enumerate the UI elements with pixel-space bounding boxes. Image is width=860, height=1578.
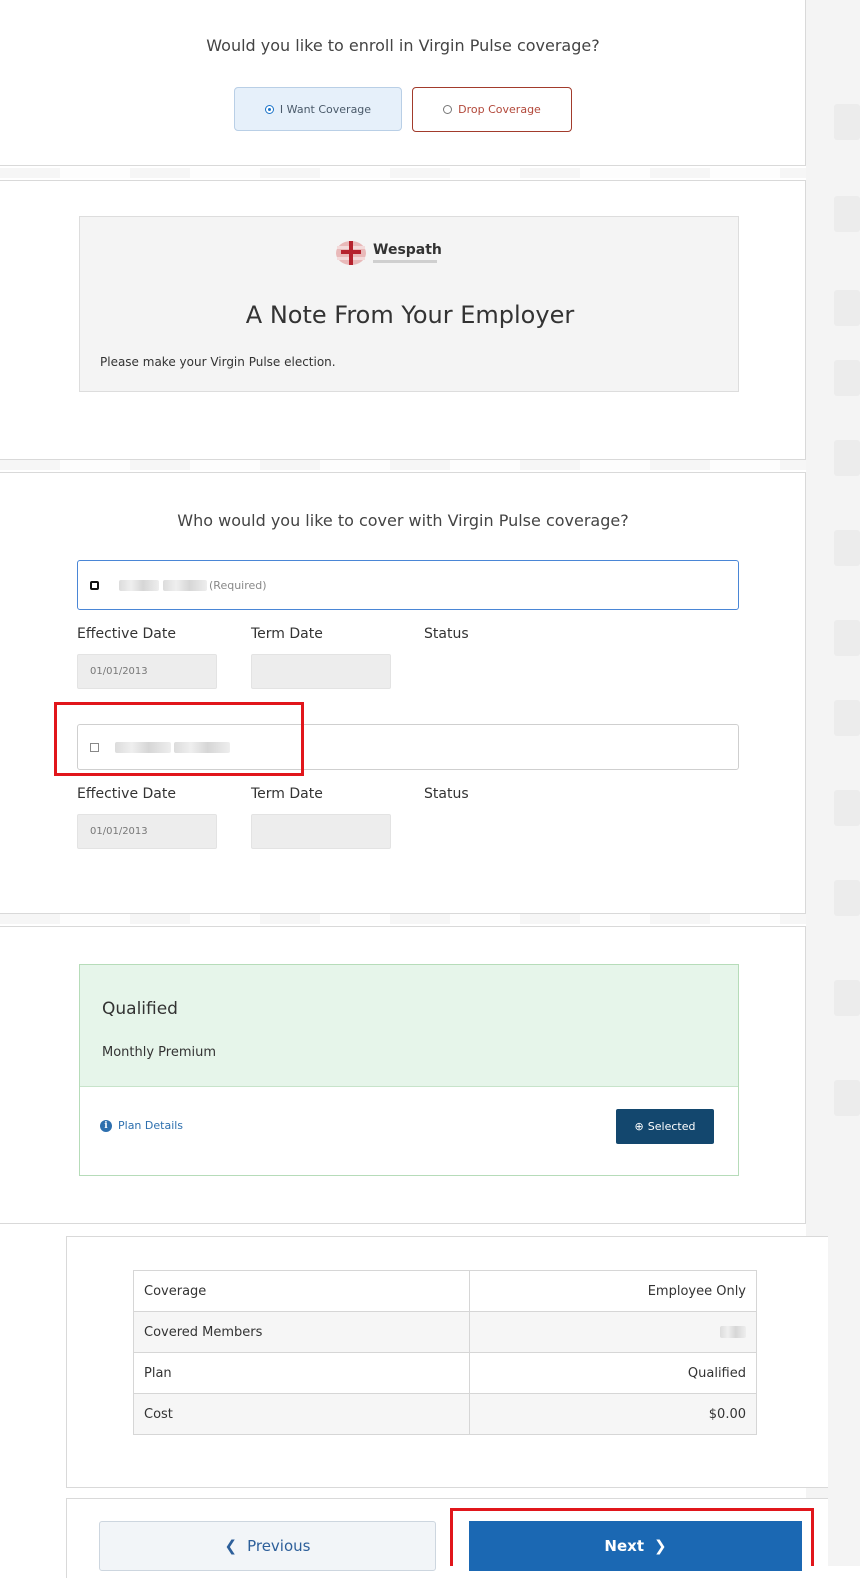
- want-coverage-button[interactable]: I Want Coverage: [234, 87, 402, 131]
- summary-label: Cost: [133, 1393, 470, 1435]
- wespath-logo: Wespath: [335, 239, 485, 267]
- previous-label: Previous: [247, 1537, 311, 1555]
- member-required-checkbox[interactable]: (Required): [77, 560, 739, 610]
- plan-details-label: Plan Details: [118, 1119, 184, 1132]
- effective-date-field[interactable]: 01/01/2013: [77, 654, 217, 689]
- table-row: Covered Members: [133, 1311, 758, 1353]
- cover-section: Who would you like to cover with Virgin …: [0, 472, 806, 914]
- employer-note-box: Wespath A Note From Your Employer Please…: [79, 216, 739, 392]
- wespath-logo-icon: [336, 241, 366, 265]
- term-date-field[interactable]: [251, 654, 391, 689]
- summary-value: Employee Only: [468, 1270, 758, 1312]
- enroll-section: Would you like to enroll in Virgin Pulse…: [0, 0, 806, 166]
- table-row: Plan Qualified: [133, 1352, 758, 1394]
- plan-name: Qualified: [102, 999, 178, 1019]
- summary-section: Coverage Employee Only Covered Members P…: [66, 1236, 828, 1488]
- plan-card-header: Qualified Monthly Premium: [80, 965, 738, 1087]
- drop-coverage-radio[interactable]: [443, 105, 453, 114]
- plan-card: Qualified Monthly Premium i Plan Details…: [79, 964, 739, 1176]
- summary-label: Plan: [133, 1352, 470, 1394]
- selected-button[interactable]: ⊕ Selected: [616, 1109, 714, 1144]
- employer-note-section: Wespath A Note From Your Employer Please…: [0, 180, 806, 460]
- wespath-logo-text: Wespath: [373, 242, 442, 258]
- status-label: Status: [424, 786, 469, 802]
- note-title: A Note From Your Employer: [245, 301, 575, 329]
- section-divider: [0, 914, 806, 924]
- dependent-checkbox-highlight: [54, 702, 304, 776]
- term-date-field[interactable]: [251, 814, 391, 849]
- required-label: (Required): [209, 578, 267, 592]
- summary-label: Covered Members: [133, 1311, 470, 1353]
- table-row: Coverage Employee Only: [133, 1270, 758, 1312]
- plus-circle-icon: ⊕: [634, 1120, 644, 1133]
- term-date-label: Term Date: [251, 626, 323, 642]
- selected-label: Selected: [647, 1120, 696, 1133]
- summary-value: Qualified: [468, 1352, 758, 1394]
- monthly-premium-label: Monthly Premium: [102, 1045, 217, 1060]
- chevron-left-icon: ❮: [224, 1537, 238, 1555]
- status-label: Status: [424, 626, 469, 642]
- section-divider: [0, 168, 806, 178]
- table-row: Cost $0.00: [133, 1393, 758, 1435]
- plan-section: Qualified Monthly Premium i Plan Details…: [0, 926, 806, 1224]
- effective-date-field[interactable]: 01/01/2013: [77, 814, 217, 849]
- drop-coverage-button[interactable]: Drop Coverage: [412, 87, 572, 132]
- cover-question: Who would you like to cover with Virgin …: [177, 511, 629, 530]
- summary-table: Coverage Employee Only Covered Members P…: [133, 1270, 758, 1435]
- member-required-check[interactable]: [90, 580, 99, 590]
- term-date-label: Term Date: [251, 786, 323, 802]
- previous-button[interactable]: ❮ Previous: [99, 1521, 436, 1571]
- section-divider: [0, 460, 806, 470]
- want-coverage-label: I Want Coverage: [279, 102, 372, 116]
- summary-value-redacted: [468, 1311, 758, 1353]
- info-icon: i: [100, 1119, 112, 1132]
- plan-details-link[interactable]: i Plan Details: [100, 1119, 183, 1132]
- note-text: Please make your Virgin Pulse election.: [100, 355, 336, 369]
- summary-value: $0.00: [468, 1393, 758, 1435]
- summary-label: Coverage: [133, 1270, 470, 1312]
- effective-date-label: Effective Date: [77, 626, 176, 642]
- next-button-highlight: [450, 1508, 814, 1566]
- enroll-question: Would you like to enroll in Virgin Pulse…: [206, 36, 600, 55]
- drop-coverage-label: Drop Coverage: [458, 103, 541, 116]
- want-coverage-radio[interactable]: [264, 104, 274, 114]
- member-name-redacted: [119, 579, 207, 591]
- effective-date-label: Effective Date: [77, 786, 176, 802]
